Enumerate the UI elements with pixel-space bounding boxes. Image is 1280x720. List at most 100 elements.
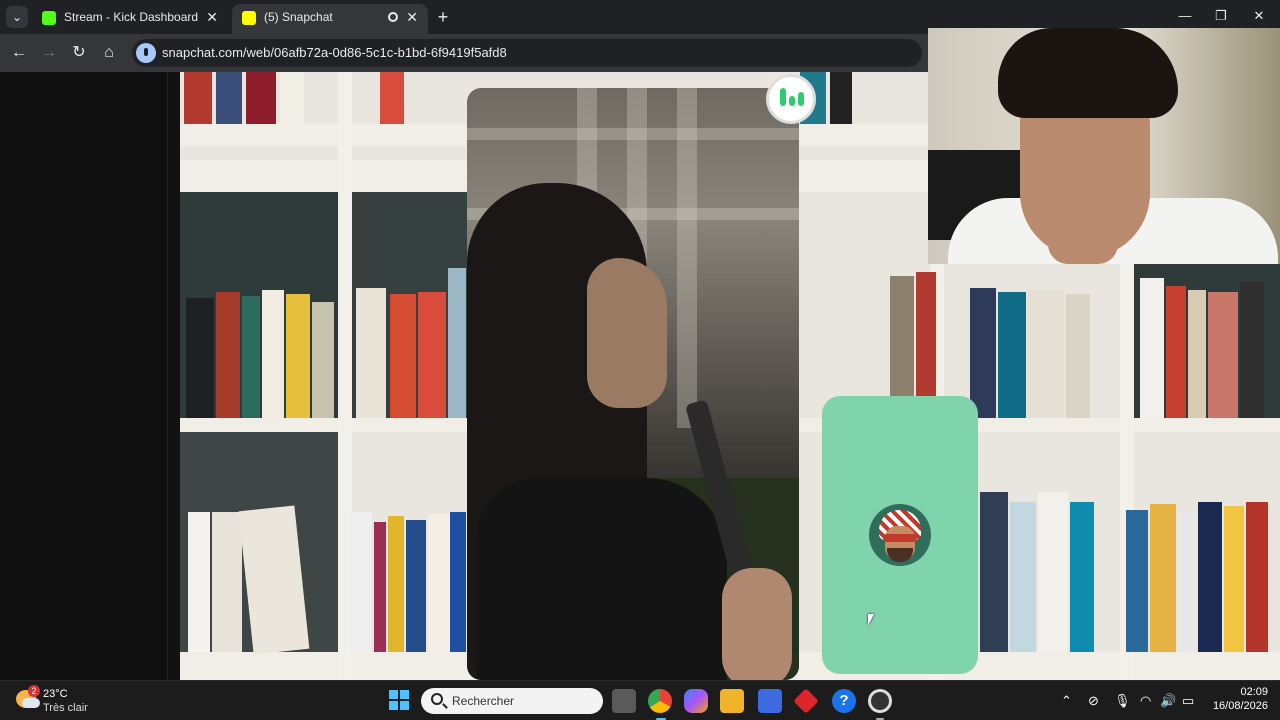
- audio-bar: [780, 88, 786, 106]
- new-tab-button[interactable]: +: [432, 5, 454, 29]
- book: [1198, 502, 1222, 652]
- book: [1240, 282, 1264, 418]
- avatar-beard: [887, 548, 913, 562]
- close-tab-icon[interactable]: ✕: [206, 4, 218, 30]
- copilot-icon[interactable]: [684, 689, 708, 713]
- help-icon[interactable]: ?: [832, 689, 856, 713]
- forward-button[interactable]: →: [38, 42, 60, 64]
- windows-logo-pane: [389, 690, 398, 699]
- book: [1224, 506, 1244, 652]
- windows-taskbar: 2 23°C Très clair Rechercher ? ⌃ ⊘ 🎙 ◠ 🔊…: [0, 680, 1280, 720]
- search-icon: [431, 693, 443, 705]
- obs-icon[interactable]: [868, 689, 892, 713]
- tab-title: Stream - Kick Dashboard: [64, 10, 199, 24]
- close-window-button[interactable]: ✕: [1244, 6, 1274, 26]
- book: [1038, 492, 1068, 652]
- book: [280, 72, 304, 124]
- close-tab-icon[interactable]: ✕: [406, 4, 418, 30]
- book: [374, 522, 386, 652]
- book: [1178, 512, 1196, 652]
- book: [350, 512, 372, 652]
- book: [1010, 502, 1036, 652]
- book: [1208, 292, 1238, 418]
- temperature: 23°C: [43, 688, 68, 700]
- show-hidden-icons-button[interactable]: ⌃: [1061, 691, 1072, 711]
- avatar-sunglasses: [883, 534, 917, 542]
- microphone-in-use-icon[interactable]: 🎙: [1114, 691, 1131, 711]
- url-text: snapchat.com/web/06afb72a-0d86-5c1c-b1bd…: [162, 45, 507, 60]
- participant-avatar-tile[interactable]: [822, 396, 978, 674]
- microphone-icon[interactable]: [136, 43, 156, 63]
- minimize-button[interactable]: —: [1170, 6, 1200, 26]
- wifi-icon[interactable]: ◠: [1140, 691, 1151, 711]
- kick-icon: [42, 11, 56, 25]
- book: [1150, 504, 1176, 652]
- book: [1166, 286, 1186, 418]
- book: [448, 268, 466, 418]
- tab-search-button[interactable]: ⌄: [6, 6, 28, 28]
- person-hand: [722, 568, 792, 680]
- weather-widget[interactable]: 2 23°C Très clair: [14, 685, 134, 717]
- network-off-icon[interactable]: ⊘: [1088, 691, 1099, 711]
- book: [428, 514, 450, 652]
- book: [1028, 290, 1064, 418]
- book: [186, 298, 214, 418]
- book: [830, 72, 852, 124]
- book: [450, 512, 466, 652]
- address-bar[interactable]: snapchat.com/web/06afb72a-0d86-5c1c-b1bd…: [132, 39, 922, 67]
- search-placeholder: Rechercher: [452, 694, 515, 708]
- reload-button[interactable]: ↻: [68, 42, 90, 64]
- start-button[interactable]: [389, 690, 409, 710]
- taskbar-search[interactable]: Rechercher: [421, 688, 603, 714]
- audio-bar: [798, 92, 804, 106]
- store-icon[interactable]: [758, 689, 782, 713]
- battery-icon[interactable]: ▭: [1182, 691, 1194, 711]
- sidebar: [0, 72, 168, 680]
- remote-video-tile[interactable]: [467, 88, 799, 680]
- snapchat-ghost-icon: [242, 11, 256, 25]
- book: [980, 492, 1008, 652]
- person-shirt: [477, 478, 727, 680]
- clock-time: 02:09: [1240, 686, 1268, 698]
- book: [242, 296, 260, 418]
- streamer-hair: [998, 28, 1178, 118]
- book: [216, 292, 240, 418]
- file-explorer-icon[interactable]: [720, 689, 744, 713]
- volume-icon[interactable]: 🔊: [1160, 691, 1176, 711]
- recording-indicator-icon: [388, 12, 398, 22]
- book: [1070, 502, 1094, 652]
- maximize-button[interactable]: ❐: [1206, 6, 1236, 26]
- tab-title: (5) Snapchat: [264, 10, 333, 24]
- tab-snapchat[interactable]: (5) Snapchat ✕: [232, 4, 428, 34]
- webcam-overlay: [928, 28, 1280, 264]
- book: [286, 294, 310, 418]
- book: [188, 512, 210, 652]
- book: [1066, 294, 1090, 418]
- book: [998, 292, 1026, 418]
- clock-date: 16/08/2026: [1212, 700, 1268, 712]
- task-view-icon[interactable]: [612, 689, 636, 713]
- windows-logo-pane: [400, 701, 409, 710]
- chrome-icon[interactable]: [648, 689, 672, 713]
- ceiling-slat: [467, 128, 799, 140]
- book: [408, 72, 430, 124]
- book: [1246, 502, 1268, 652]
- speaking-indicator-icon: [766, 74, 816, 124]
- book: [1126, 510, 1148, 652]
- person-face: [587, 258, 667, 408]
- bitmoji-avatar[interactable]: [869, 504, 931, 566]
- book: [390, 294, 416, 418]
- weather-condition: Très clair: [43, 702, 88, 714]
- streamer-hands: [1048, 218, 1118, 264]
- book: [212, 512, 242, 652]
- system-clock[interactable]: 02:09 16/08/2026: [1198, 685, 1268, 713]
- tab-kick-dashboard[interactable]: Stream - Kick Dashboard ✕: [32, 4, 228, 34]
- app-icon[interactable]: [793, 688, 819, 714]
- book: [262, 290, 284, 418]
- book: [1188, 290, 1206, 418]
- windows-logo-pane: [400, 690, 409, 699]
- book: [246, 72, 276, 124]
- home-button[interactable]: ⌂: [98, 42, 120, 64]
- book: [184, 72, 212, 124]
- back-button[interactable]: ←: [8, 42, 30, 64]
